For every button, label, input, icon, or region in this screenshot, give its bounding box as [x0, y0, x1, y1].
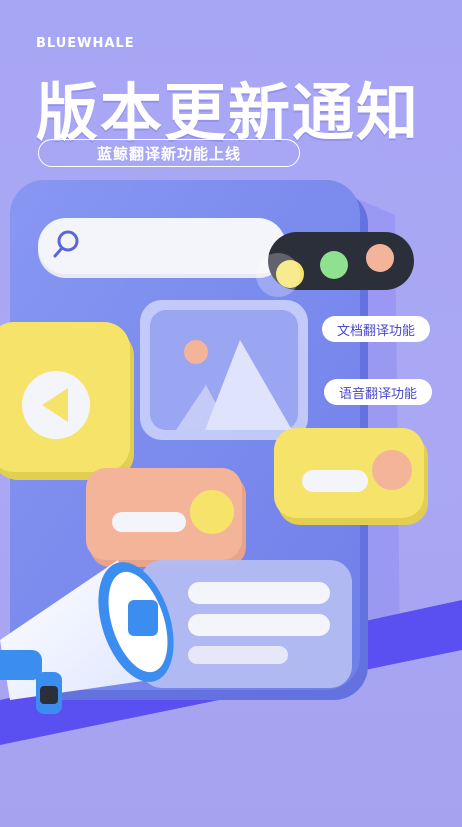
toggle-card — [274, 428, 428, 525]
poster: BLUEWHALE 版本更新通知 蓝鲸翻译新功能上线 文档翻译功能 语音翻译功能 — [0, 0, 462, 827]
subtitle-pill: 蓝鲸翻译新功能上线 — [38, 139, 300, 167]
image-card — [140, 300, 308, 440]
feature-tag-document: 文档翻译功能 — [322, 316, 430, 342]
play-icon — [22, 371, 90, 439]
list-card — [140, 560, 352, 688]
feature-tag-voice: 语音翻译功能 — [324, 379, 432, 405]
search-bar — [38, 218, 286, 278]
play-card — [0, 322, 134, 480]
brand-label: BLUEWHALE — [36, 36, 135, 51]
status-lights — [256, 232, 414, 297]
peach-card — [86, 468, 246, 567]
